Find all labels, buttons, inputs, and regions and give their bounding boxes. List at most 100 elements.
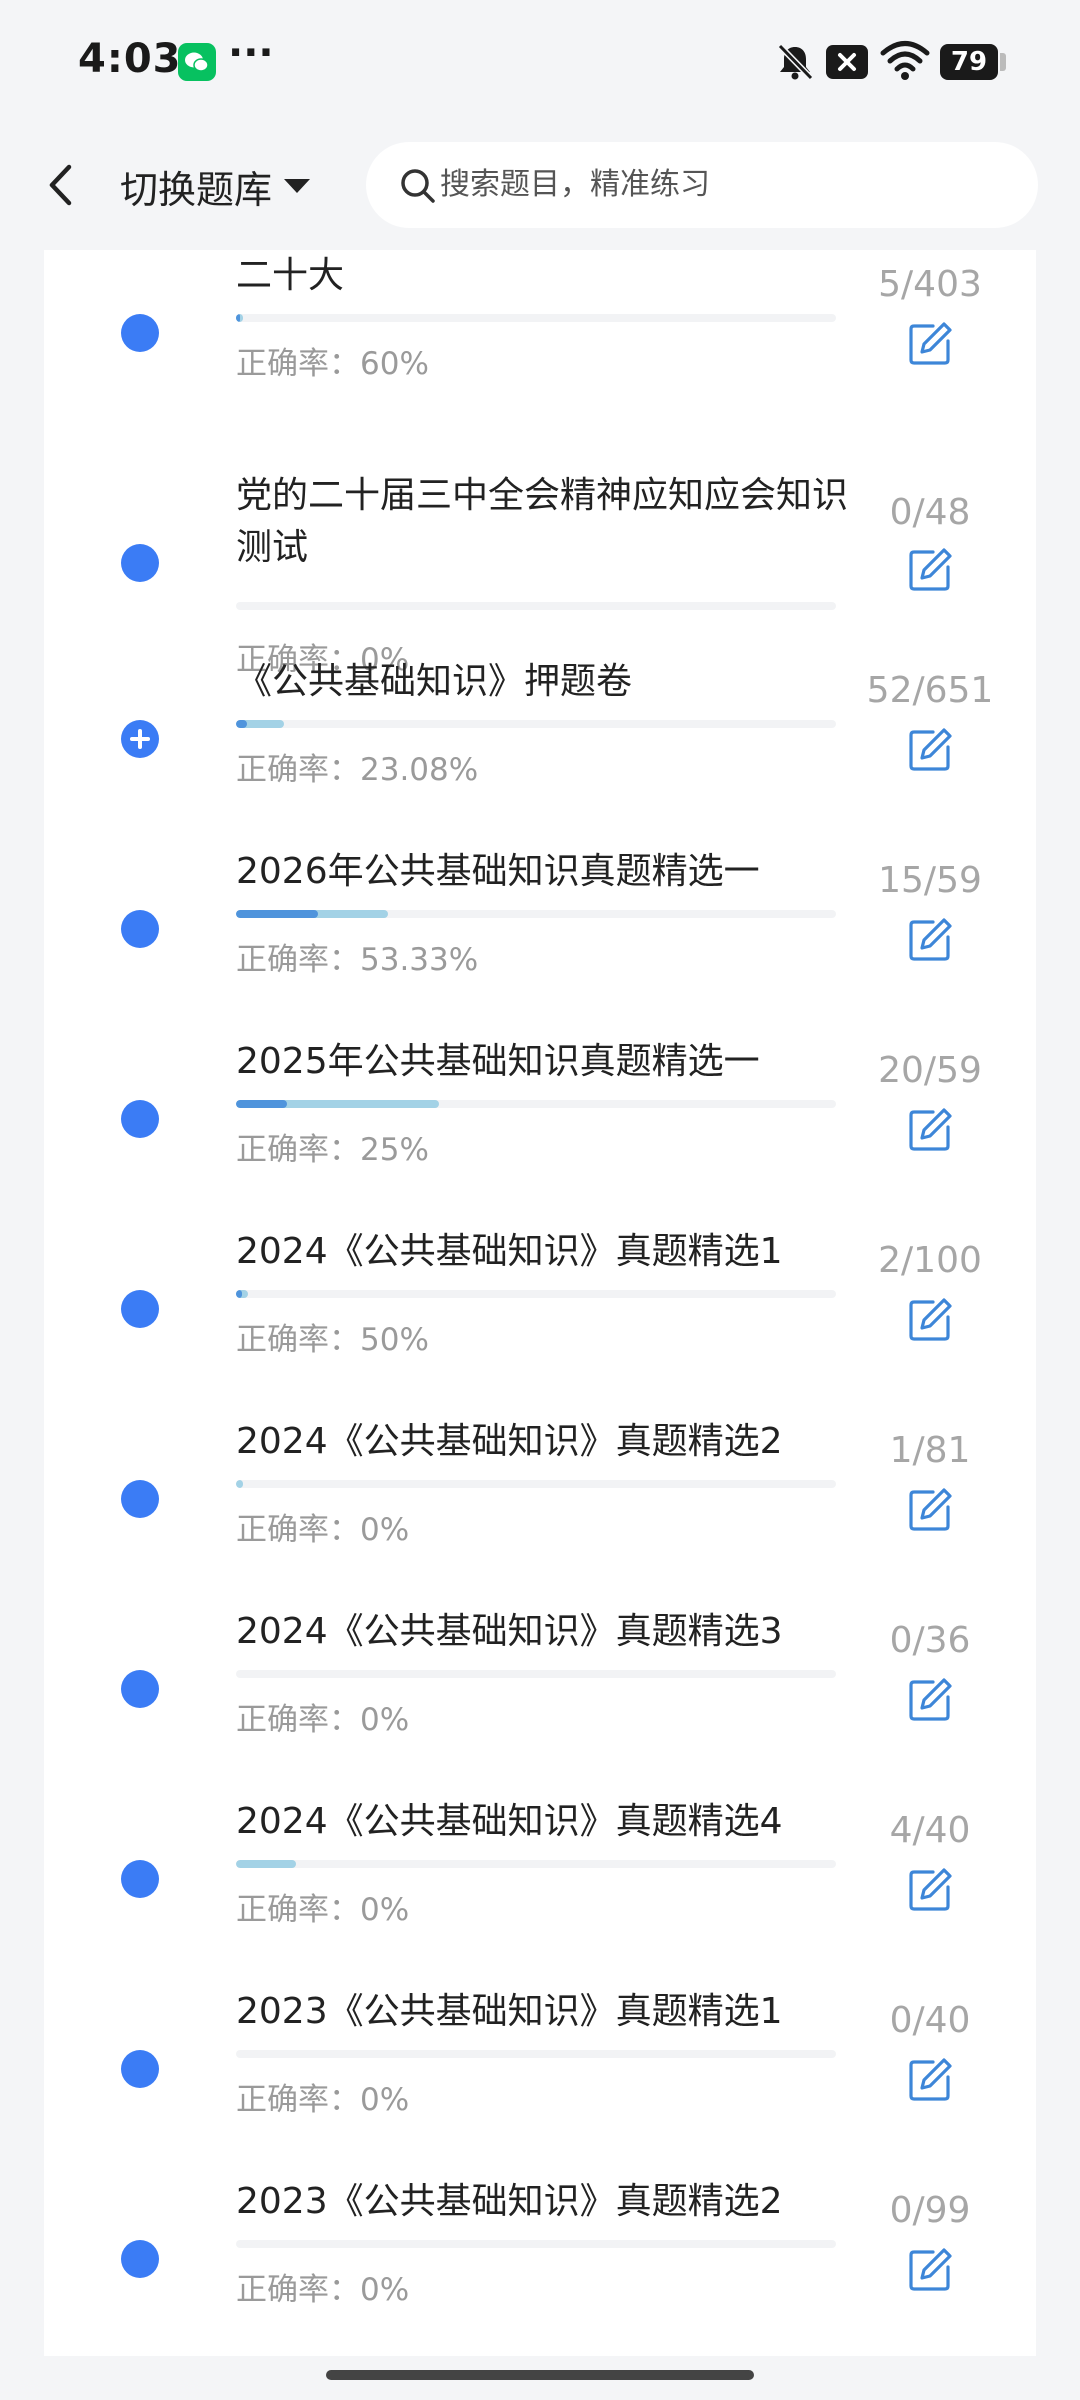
wechat-notification-icon — [178, 43, 216, 81]
edit-practice-icon[interactable] — [906, 2056, 954, 2104]
status-dot-icon — [121, 1480, 159, 1518]
wifi-icon — [880, 40, 930, 82]
list-item[interactable]: 2024《公共基础知识》真题精选3 正确率：0% 0/36 — [44, 1606, 1036, 1796]
status-dot-icon — [121, 1860, 159, 1898]
edit-practice-icon[interactable] — [906, 1866, 954, 1914]
switch-library-dropdown[interactable]: 切换题库 — [120, 156, 311, 216]
header: 切换题库 搜索题目，精准练习 — [0, 120, 1080, 250]
progress-bar — [236, 1100, 836, 1108]
progress-bar — [236, 910, 836, 918]
progress-count: 1/81 — [889, 1430, 971, 1471]
progress-count: 52/651 — [866, 670, 994, 711]
list-item[interactable]: 2023《公共基础知识》真题精选2 正确率：0% 0/99 — [44, 2176, 1036, 2356]
edit-practice-icon[interactable] — [906, 916, 954, 964]
search-icon — [401, 169, 435, 203]
progress-bar — [236, 314, 836, 322]
list-item[interactable]: 二十大正确率：60% 5/403 — [44, 250, 1036, 440]
edit-practice-icon[interactable] — [906, 2246, 954, 2294]
progress-bar-correct — [236, 1290, 242, 1298]
progress-bar — [236, 2240, 836, 2248]
accuracy-text: 正确率：0% — [236, 1512, 410, 1548]
status-dot-icon — [121, 314, 159, 352]
list-item[interactable]: 党的二十届三中全会精神应知应会知识测试 正确率：0% 0/48 — [44, 440, 1036, 678]
progress-bar — [236, 1290, 836, 1298]
more-notifications-icon: ··· — [228, 30, 274, 76]
item-title: 2024《公共基础知识》真题精选2 — [236, 1421, 783, 1462]
mute-bell-icon — [773, 40, 817, 84]
progress-count: 15/59 — [878, 860, 982, 901]
status-dot-icon — [121, 1670, 159, 1708]
item-title: 党的二十届三中全会精神应知应会知识测试 — [236, 475, 849, 568]
chevron-left-icon — [49, 164, 72, 206]
progress-bar — [236, 1860, 836, 1868]
list-item[interactable]: 2025年公共基础知识真题精选一 正确率：25% 20/59 — [44, 1036, 1036, 1226]
edit-practice-icon[interactable] — [906, 320, 954, 368]
item-title: 2026年公共基础知识真题精选一 — [236, 851, 760, 892]
status-dot-icon — [121, 910, 159, 948]
plus-circle-icon — [121, 720, 159, 758]
edit-practice-icon[interactable] — [906, 1106, 954, 1154]
item-title: 2024《公共基础知识》真题精选4 — [236, 1801, 783, 1842]
progress-bar — [236, 602, 836, 610]
edit-practice-icon[interactable] — [906, 726, 954, 774]
progress-count: 4/40 — [889, 1810, 971, 1851]
accuracy-text: 正确率：60% — [236, 346, 429, 382]
progress-bar-correct — [236, 314, 240, 322]
back-button[interactable] — [36, 154, 90, 216]
search-input[interactable]: 搜索题目，精准练习 — [366, 142, 1038, 228]
progress-count: 0/36 — [889, 1620, 971, 1661]
accuracy-text: 正确率：0% — [236, 1892, 410, 1928]
accuracy-text: 正确率：0% — [236, 2082, 410, 2118]
home-indicator[interactable] — [326, 2370, 754, 2380]
accuracy-text: 正确率：53.33% — [236, 942, 479, 978]
item-title: 二十大 — [236, 255, 345, 296]
progress-bar-correct — [236, 910, 318, 918]
progress-bar-correct — [236, 1100, 287, 1108]
item-title: 2024《公共基础知识》真题精选3 — [236, 1611, 783, 1652]
switch-library-label: 切换题库 — [120, 167, 273, 212]
progress-count: 0/40 — [889, 2000, 971, 2041]
no-sim-icon — [826, 45, 868, 79]
accuracy-text: 正确率：50% — [236, 1322, 429, 1358]
accuracy-text: 正确率：23.08% — [236, 752, 479, 788]
battery-level: 79 — [950, 47, 988, 77]
progress-bar — [236, 1480, 836, 1488]
progress-count: 20/59 — [878, 1050, 982, 1091]
status-bar: 4:03 ··· 79 — [0, 0, 1080, 120]
edit-practice-icon[interactable] — [906, 546, 954, 594]
item-title: 2025年公共基础知识真题精选一 — [236, 1041, 760, 1082]
accuracy-text: 正确率：0% — [236, 2272, 410, 2308]
list-item[interactable]: 2024《公共基础知识》真题精选4 正确率：0% 4/40 — [44, 1796, 1036, 1986]
status-dot-icon — [121, 2240, 159, 2278]
edit-practice-icon[interactable] — [906, 1296, 954, 1344]
list-item[interactable]: 2024《公共基础知识》真题精选1 正确率：50% 2/100 — [44, 1226, 1036, 1416]
item-title: 《公共基础知识》押题卷 — [236, 661, 633, 702]
battery-tip — [1000, 53, 1006, 71]
edit-practice-icon[interactable] — [906, 1676, 954, 1724]
status-time: 4:03 — [78, 36, 182, 82]
list-item[interactable]: 2026年公共基础知识真题精选一正确率：53.33% 15/59 — [44, 846, 1036, 1036]
item-title: 2023《公共基础知识》真题精选2 — [236, 2181, 783, 2222]
status-dot-icon — [121, 2050, 159, 2088]
progress-bar — [236, 720, 836, 728]
progress-bar-attempted — [236, 1860, 296, 1868]
progress-count: 5/403 — [878, 264, 982, 305]
item-title: 2023《公共基础知识》真题精选1 — [236, 1991, 783, 2032]
accuracy-text: 正确率：0% — [236, 1702, 410, 1738]
progress-count: 2/100 — [878, 1240, 982, 1281]
progress-bar-attempted — [236, 1480, 243, 1488]
edit-practice-icon[interactable] — [906, 1486, 954, 1534]
progress-count: 0/48 — [889, 492, 971, 533]
progress-bar — [236, 2050, 836, 2058]
status-dot-icon — [121, 1100, 159, 1138]
progress-bar-correct — [236, 720, 247, 728]
progress-count: 0/99 — [889, 2190, 971, 2231]
list-item[interactable]: 《公共基础知识》押题卷正确率：23.08% 52/651 — [44, 656, 1036, 846]
list-item[interactable]: 2023《公共基础知识》真题精选1 正确率：0% 0/40 — [44, 1986, 1036, 2176]
status-dot-icon — [121, 1290, 159, 1328]
question-bank-list: 二十大 正确率：60% 5/403 党的二十届三中全会精神应知应会知识测试 正确率：0%… — [44, 250, 1036, 2356]
caret-down-icon — [284, 179, 311, 193]
status-dot-icon — [121, 544, 159, 582]
progress-bar — [236, 1670, 836, 1678]
list-item[interactable]: 2024《公共基础知识》真题精选2 正确率：0% 1/81 — [44, 1416, 1036, 1606]
